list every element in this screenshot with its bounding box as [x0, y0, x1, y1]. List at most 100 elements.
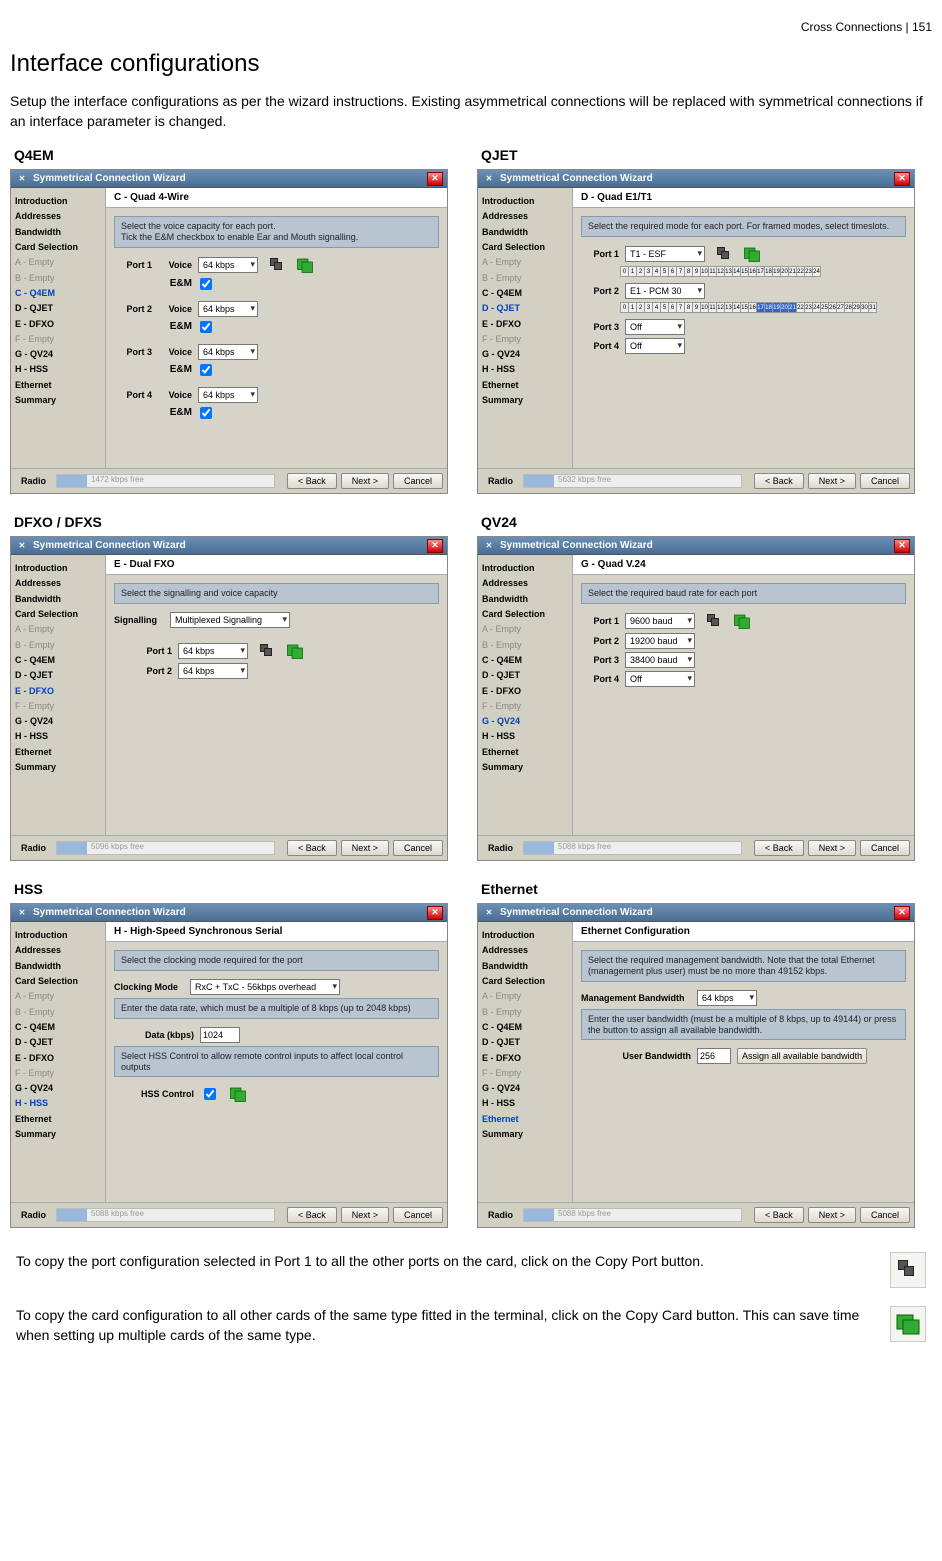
close-icon[interactable]: ✕ [427, 539, 443, 553]
nav-item[interactable]: Introduction [482, 561, 568, 576]
back-button[interactable]: < Back [754, 473, 804, 489]
next-button[interactable]: Next > [341, 473, 389, 489]
nav-item[interactable]: Bandwidth [15, 959, 101, 974]
copy-port-icon[interactable] [715, 245, 733, 263]
copy-card-icon[interactable] [286, 642, 304, 660]
nav-item[interactable]: Introduction [482, 194, 568, 209]
nav-slot[interactable]: E - DFXO [482, 684, 568, 699]
eam-checkbox[interactable] [200, 278, 212, 290]
nav-slot[interactable]: G - QV24 [482, 714, 568, 729]
back-button[interactable]: < Back [754, 840, 804, 856]
clocking-mode-select[interactable]: RxC + TxC - 56kbps overhead [190, 979, 340, 995]
nav-item[interactable]: Introduction [15, 928, 101, 943]
nav-item[interactable]: Bandwidth [482, 592, 568, 607]
voice-select[interactable]: 64 kbps [178, 663, 248, 679]
nav-slot[interactable]: Summary [482, 1127, 568, 1142]
back-button[interactable]: < Back [287, 1207, 337, 1223]
nav-item[interactable]: Addresses [15, 576, 101, 591]
baud-select[interactable]: 9600 baud [625, 613, 695, 629]
nav-slot[interactable]: D - QJET [15, 301, 101, 316]
nav-slot[interactable]: Ethernet [482, 745, 568, 760]
nav-slot[interactable]: D - QJET [482, 1035, 568, 1050]
timeslot-row[interactable]: 0123456789101112131415161718192021222324… [621, 302, 906, 313]
voice-select[interactable]: 64 kbps [198, 344, 258, 360]
nav-item[interactable]: Introduction [15, 561, 101, 576]
nav-slot[interactable]: Ethernet [15, 378, 101, 393]
copy-port-icon[interactable] [258, 642, 276, 660]
nav-item[interactable]: Card Selection [482, 240, 568, 255]
next-button[interactable]: Next > [341, 840, 389, 856]
baud-select[interactable]: Off [625, 671, 695, 687]
nav-slot[interactable]: C - Q4EM [482, 1020, 568, 1035]
nav-slot[interactable]: H - HSS [482, 362, 568, 377]
cancel-button[interactable]: Cancel [393, 473, 443, 489]
nav-slot[interactable]: G - QV24 [15, 1081, 101, 1096]
nav-item[interactable]: Card Selection [482, 974, 568, 989]
nav-slot[interactable]: Ethernet [482, 1112, 568, 1127]
copy-card-icon[interactable] [296, 256, 314, 274]
eam-checkbox[interactable] [200, 407, 212, 419]
nav-slot[interactable]: G - QV24 [482, 347, 568, 362]
nav-item[interactable]: Card Selection [482, 607, 568, 622]
voice-select[interactable]: 64 kbps [198, 301, 258, 317]
nav-slot[interactable]: Ethernet [15, 1112, 101, 1127]
timeslot-row[interactable]: 0123456789101112131415161718192021222324 [621, 266, 906, 277]
nav-slot[interactable]: G - QV24 [15, 347, 101, 362]
nav-slot[interactable]: H - HSS [15, 1096, 101, 1111]
nav-slot[interactable]: Ethernet [482, 378, 568, 393]
copy-port-icon[interactable] [705, 612, 723, 630]
nav-slot[interactable]: C - Q4EM [15, 653, 101, 668]
nav-slot[interactable]: Summary [15, 393, 101, 408]
nav-slot[interactable]: D - QJET [15, 1035, 101, 1050]
nav-item[interactable]: Bandwidth [482, 959, 568, 974]
nav-item[interactable]: Bandwidth [15, 225, 101, 240]
copy-card-icon[interactable] [229, 1085, 247, 1103]
mode-select[interactable]: Off [625, 319, 685, 335]
signalling-select[interactable]: Multiplexed Signalling [170, 612, 290, 628]
nav-slot[interactable]: Summary [15, 760, 101, 775]
cancel-button[interactable]: Cancel [393, 1207, 443, 1223]
hss-control-checkbox[interactable] [204, 1088, 216, 1100]
nav-slot[interactable]: C - Q4EM [15, 286, 101, 301]
mode-select[interactable]: E1 - PCM 30 [625, 283, 705, 299]
nav-slot[interactable]: C - Q4EM [482, 286, 568, 301]
next-button[interactable]: Next > [341, 1207, 389, 1223]
timeslot-cell[interactable]: 24 [812, 266, 821, 277]
user-bandwidth-input[interactable] [697, 1048, 731, 1064]
nav-slot[interactable]: E - DFXO [482, 317, 568, 332]
nav-item[interactable]: Addresses [15, 209, 101, 224]
voice-select[interactable]: 64 kbps [198, 257, 258, 273]
nav-item[interactable]: Card Selection [15, 607, 101, 622]
next-button[interactable]: Next > [808, 840, 856, 856]
nav-slot[interactable]: E - DFXO [15, 1051, 101, 1066]
voice-select[interactable]: 64 kbps [178, 643, 248, 659]
nav-slot[interactable]: G - QV24 [482, 1081, 568, 1096]
mode-select[interactable]: Off [625, 338, 685, 354]
nav-item[interactable]: Card Selection [15, 240, 101, 255]
nav-slot[interactable]: D - QJET [482, 301, 568, 316]
next-button[interactable]: Next > [808, 473, 856, 489]
close-icon[interactable]: ✕ [894, 906, 910, 920]
nav-slot[interactable]: Ethernet [15, 745, 101, 760]
voice-select[interactable]: 64 kbps [198, 387, 258, 403]
next-button[interactable]: Next > [808, 1207, 856, 1223]
eam-checkbox[interactable] [200, 321, 212, 333]
cancel-button[interactable]: Cancel [860, 473, 910, 489]
nav-item[interactable]: Bandwidth [482, 225, 568, 240]
baud-select[interactable]: 19200 baud [625, 633, 695, 649]
data-rate-input[interactable] [200, 1027, 240, 1043]
mgmt-bandwidth-select[interactable]: 64 kbps [697, 990, 757, 1006]
nav-slot[interactable]: C - Q4EM [482, 653, 568, 668]
nav-slot[interactable]: H - HSS [482, 1096, 568, 1111]
cancel-button[interactable]: Cancel [393, 840, 443, 856]
nav-item[interactable]: Introduction [15, 194, 101, 209]
nav-slot[interactable]: D - QJET [482, 668, 568, 683]
copy-card-icon[interactable] [733, 612, 751, 630]
close-icon[interactable]: ✕ [427, 172, 443, 186]
nav-slot[interactable]: Summary [482, 393, 568, 408]
nav-slot[interactable]: Summary [482, 760, 568, 775]
nav-item[interactable]: Card Selection [15, 974, 101, 989]
nav-slot[interactable]: Summary [15, 1127, 101, 1142]
copy-port-icon[interactable] [268, 256, 286, 274]
back-button[interactable]: < Back [287, 473, 337, 489]
